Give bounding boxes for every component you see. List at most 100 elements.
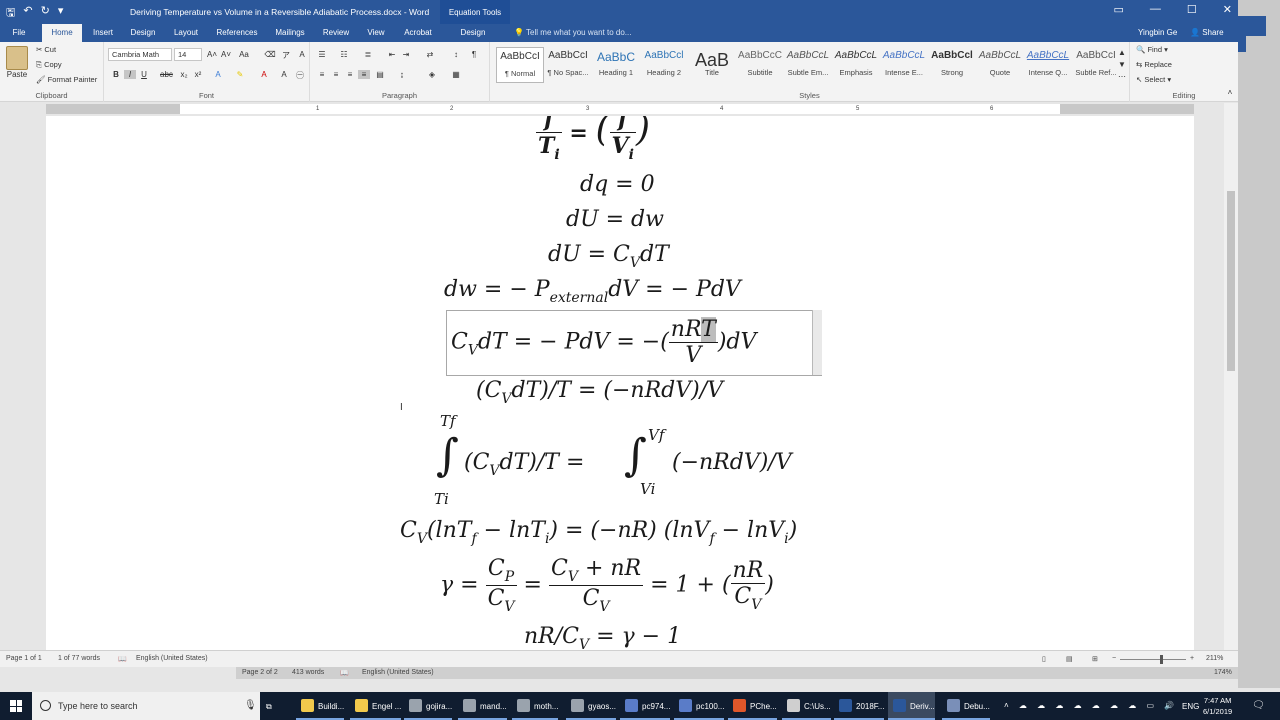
- justify-icon[interactable]: ≡: [358, 70, 370, 79]
- highlight-color-icon[interactable]: ✎: [234, 70, 246, 79]
- styles-scroll-up-icon[interactable]: ▲: [1116, 48, 1128, 57]
- superscript-icon[interactable]: x²: [192, 70, 204, 79]
- notifications-icon[interactable]: 🗨: [1252, 700, 1265, 711]
- tab-view[interactable]: View: [362, 24, 390, 42]
- style-item[interactable]: AaBbCcC Subtitle: [736, 47, 784, 83]
- taskbar-app-button[interactable]: pc974...: [620, 692, 671, 720]
- start-button[interactable]: [0, 692, 32, 720]
- close-icon[interactable]: ✕: [1223, 3, 1232, 16]
- numbering-icon[interactable]: ☷: [338, 50, 350, 59]
- taskbar-app-button[interactable]: 2018F...: [834, 692, 885, 720]
- taskbar-app-button[interactable]: Debu...: [942, 692, 990, 720]
- styles-more-icon[interactable]: ⋯: [1116, 72, 1128, 81]
- tab-design[interactable]: Design: [126, 24, 160, 42]
- zoom-in-icon[interactable]: +: [1190, 655, 1194, 662]
- tab-references[interactable]: References: [212, 24, 262, 42]
- style-item[interactable]: AaBbCcL Emphasis: [832, 47, 880, 83]
- style-item[interactable]: AaBbCcL Quote: [976, 47, 1024, 83]
- style-item[interactable]: AaBbCcL Intense E...: [880, 47, 928, 83]
- taskbar-app-button[interactable]: gojira...: [404, 692, 453, 720]
- styles-scroll-down-icon[interactable]: ▼: [1116, 60, 1128, 69]
- phonetic-guide-icon[interactable]: ア: [280, 50, 292, 61]
- print-layout-icon[interactable]: ▤: [1066, 655, 1073, 663]
- underline-icon[interactable]: U: [138, 70, 150, 79]
- taskbar-app-button[interactable]: C:\Us...: [782, 692, 831, 720]
- style-item[interactable]: AaBbCcL Subtle Em...: [784, 47, 832, 83]
- character-shading-icon[interactable]: A: [278, 70, 290, 79]
- zoom-slider[interactable]: [1120, 659, 1186, 660]
- align-center-icon[interactable]: ≡: [330, 70, 342, 79]
- style-item[interactable]: AaBbCcI ¶ Normal: [496, 47, 544, 83]
- word-count[interactable]: 1 of 77 words: [58, 655, 100, 662]
- proofing-icon[interactable]: 📖: [118, 655, 127, 663]
- cut-button[interactable]: ✂ Cut: [36, 45, 56, 54]
- select-button[interactable]: ↖ Select ▾: [1136, 75, 1171, 84]
- tab-equation-design[interactable]: Design: [450, 24, 496, 42]
- taskbar-app-button[interactable]: PChe...: [728, 692, 777, 720]
- find-button[interactable]: 🔍 Find ▾: [1136, 45, 1168, 54]
- taskbar-clock[interactable]: 7:47 AM 6/1/2019: [1203, 695, 1232, 717]
- web-layout-icon[interactable]: ⊞: [1092, 655, 1098, 663]
- bullets-icon[interactable]: ☰: [316, 50, 328, 59]
- scrollbar-thumb[interactable]: [1227, 191, 1235, 371]
- style-item[interactable]: AaBbC Heading 1: [592, 47, 640, 83]
- change-case-icon[interactable]: Aa: [238, 50, 250, 59]
- style-item[interactable]: AaB Title: [688, 47, 736, 83]
- taskbar-search[interactable]: Type here to search 🎙: [32, 692, 260, 720]
- copy-button[interactable]: ⎘ Copy: [36, 60, 62, 70]
- language-status[interactable]: English (United States): [136, 655, 208, 662]
- paste-button[interactable]: Paste: [4, 46, 30, 79]
- task-view-icon[interactable]: ⧉: [266, 692, 272, 720]
- taskbar-app-button[interactable]: Deriv...: [888, 692, 935, 720]
- text-direction-icon[interactable]: ⇄: [424, 50, 436, 59]
- subscript-icon[interactable]: x₂: [178, 70, 190, 79]
- line-spacing-icon[interactable]: ↨: [396, 70, 408, 79]
- zoom-out-icon[interactable]: −: [1112, 655, 1116, 662]
- taskbar-app-button[interactable]: gyaos...: [566, 692, 617, 720]
- character-border-icon[interactable]: A: [296, 50, 308, 59]
- clear-formatting-icon[interactable]: ⌫: [264, 50, 276, 59]
- increase-indent-icon[interactable]: ⇥: [400, 50, 412, 59]
- taskbar-app-button[interactable]: pc100...: [674, 692, 725, 720]
- text-effects-icon[interactable]: A: [212, 70, 224, 79]
- document-page[interactable]: f Ti = (f Vi) dq = 0 dU = dw dU = CVdT dw …: [46, 116, 1194, 650]
- microphone-icon[interactable]: 🎙: [244, 700, 257, 711]
- format-painter-button[interactable]: 🖌 Format Painter: [36, 75, 97, 84]
- distributed-icon[interactable]: ▤: [374, 70, 386, 79]
- zoom-slider-knob[interactable]: [1160, 655, 1163, 664]
- style-item[interactable]: AaBbCcI ¶ No Spac...: [544, 47, 592, 83]
- taskbar-app-button[interactable]: mand...: [458, 692, 507, 720]
- redo-icon[interactable]: ↻: [41, 4, 50, 23]
- horizontal-ruler[interactable]: 1 2 3 4 5 6: [0, 103, 1238, 116]
- shading-icon[interactable]: ◈: [426, 70, 438, 79]
- decrease-indent-icon[interactable]: ⇤: [386, 50, 398, 59]
- italic-icon[interactable]: I: [124, 70, 136, 79]
- tab-file[interactable]: File: [4, 24, 34, 42]
- style-item[interactable]: AaBbCcl Heading 2: [640, 47, 688, 83]
- read-mode-icon[interactable]: ▯: [1042, 655, 1046, 663]
- align-right-icon[interactable]: ≡: [344, 70, 356, 79]
- collapse-ribbon-icon[interactable]: ˄: [1224, 88, 1236, 97]
- sort-icon[interactable]: ↕: [450, 50, 462, 59]
- style-item[interactable]: AaBbCcL Intense Q...: [1024, 47, 1072, 83]
- share-button[interactable]: 👤 Share: [1190, 28, 1224, 37]
- borders-icon[interactable]: ▦: [450, 70, 462, 79]
- user-name[interactable]: Yingbin Ge: [1138, 28, 1177, 37]
- tab-review[interactable]: Review: [318, 24, 354, 42]
- tab-layout[interactable]: Layout: [170, 24, 202, 42]
- multilevel-list-icon[interactable]: ≣: [362, 50, 374, 59]
- tab-home[interactable]: Home: [42, 24, 82, 42]
- strikethrough-icon[interactable]: abc: [160, 70, 173, 79]
- minimize-icon[interactable]: —: [1150, 3, 1161, 16]
- shrink-font-icon[interactable]: A˅: [220, 50, 232, 59]
- show-formatting-marks-icon[interactable]: ¶: [468, 50, 480, 59]
- maximize-icon[interactable]: ☐: [1187, 3, 1197, 16]
- bold-icon[interactable]: B: [110, 70, 122, 79]
- enclose-characters-icon[interactable]: ㊀: [294, 70, 306, 81]
- taskbar-app-button[interactable]: Engel ...: [350, 692, 402, 720]
- style-item[interactable]: AaBbCcl Strong: [928, 47, 976, 83]
- font-color-icon[interactable]: A: [258, 70, 270, 79]
- save-icon[interactable]: 🖫: [6, 4, 15, 23]
- vertical-scrollbar[interactable]: [1224, 103, 1238, 650]
- align-left-icon[interactable]: ≡: [316, 70, 328, 79]
